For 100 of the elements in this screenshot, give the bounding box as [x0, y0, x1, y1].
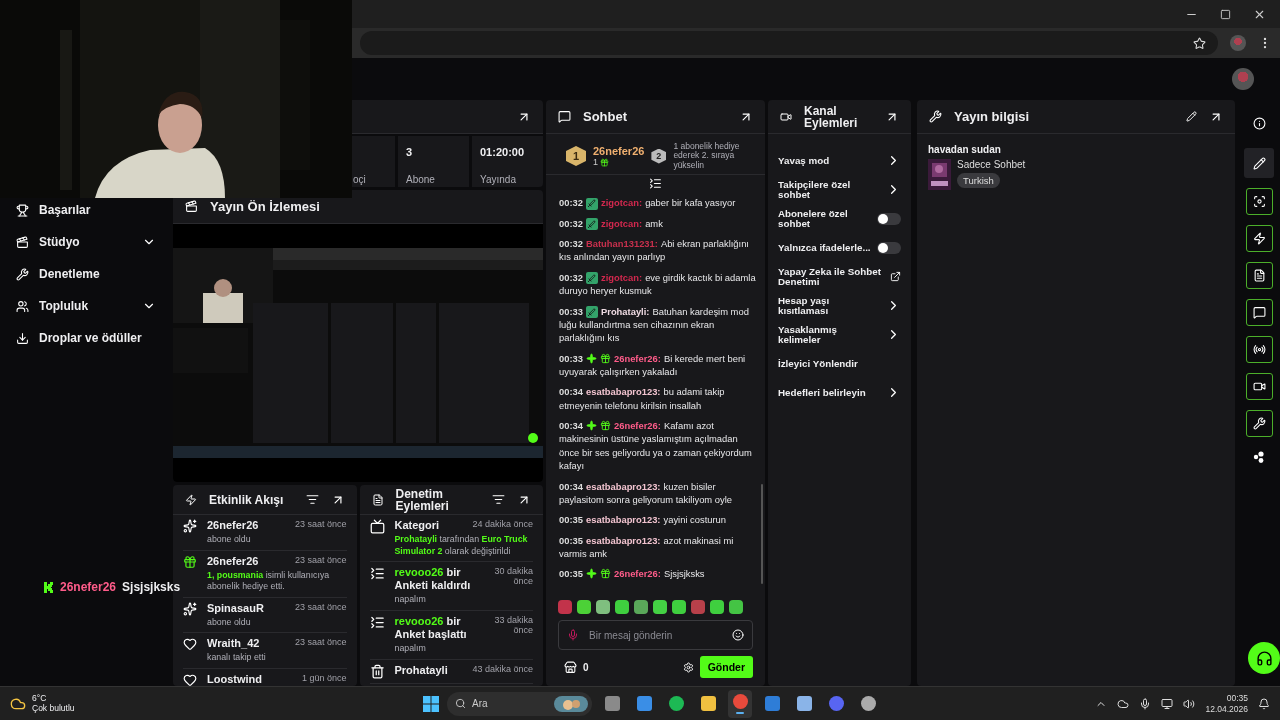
pencil-icon[interactable] — [1186, 111, 1197, 122]
temperature: 6°C — [32, 693, 48, 704]
search-field[interactable]: Ara — [447, 691, 592, 716]
lightning-icon — [1252, 232, 1266, 245]
emote-icon[interactable] — [596, 600, 610, 614]
emote-icon[interactable] — [653, 600, 667, 614]
chat-icon — [1252, 306, 1266, 319]
emote-icon[interactable] — [710, 600, 724, 614]
collapse-icon[interactable] — [649, 177, 662, 191]
filter-icon[interactable] — [492, 493, 505, 506]
profile-avatar[interactable] — [1230, 35, 1246, 51]
emote-icon[interactable] — [615, 600, 629, 614]
channel-action[interactable]: Hedefleri belirleyin — [768, 378, 911, 407]
toggle-switch[interactable] — [877, 241, 901, 254]
channel-action[interactable]: Yapay Zeka ile Sohbet Denetimi — [768, 262, 911, 291]
activity-username: Loostwind — [207, 672, 262, 686]
user-avatar[interactable] — [1232, 68, 1254, 90]
activity-time: 23 saat önce — [294, 519, 347, 531]
chat-message: 00:34 esatbabapro123: kuzen bisiler paylasitom sonra geliyorum takiliyom oyle — [559, 479, 733, 507]
sidebar-item[interactable]: Denetleme — [0, 262, 170, 286]
video-button[interactable] — [1245, 373, 1273, 400]
action-time: 30 dakika önce — [493, 566, 533, 589]
moderator-badge — [586, 306, 598, 319]
gift-badge — [600, 568, 611, 580]
action-detail: Prohatayli tarafından Euro Truck Simulator 2 olarak değiştirildi — [394, 534, 529, 558]
camera-icon — [780, 110, 792, 123]
channel-action[interactable]: Takipçilere özel sohbet — [768, 175, 911, 204]
panel-title: Kanal Eylemleri — [804, 104, 859, 129]
chat-message: 00:33 Prohatayli: Batuhan kardeşim mod luğu kullandırtma sen cihazının ekran parlaklığını kıs — [559, 304, 750, 345]
clapperboard-icon — [16, 235, 29, 249]
rank-hint: 1 abonelik hediye ederek 2. sıraya yükselin — [673, 142, 741, 171]
sparkle-badge — [586, 420, 597, 432]
broadcast-button[interactable] — [1245, 336, 1273, 363]
sidebar-item[interactable]: Stüdyo — [0, 230, 170, 254]
activity-username: 26nefer26 — [207, 554, 259, 568]
gift-badge — [600, 352, 611, 364]
panel-title: Denetim Eylemleri — [395, 487, 450, 512]
sidebar-item[interactable]: Başarılar — [0, 198, 170, 222]
emoji-icon[interactable] — [732, 629, 744, 641]
microphone-icon — [567, 629, 579, 641]
activity-username: Wraith_42 — [207, 637, 260, 651]
chat-button[interactable] — [1245, 299, 1273, 326]
chat-icon — [558, 110, 571, 123]
gift-icon — [600, 157, 609, 167]
broadcast-icon — [1252, 343, 1266, 356]
star-icon[interactable] — [1193, 36, 1206, 50]
note-icon — [371, 493, 384, 506]
wrench-icon — [16, 267, 29, 281]
wrench-button[interactable] — [1245, 410, 1273, 437]
chat-message: 00:34 26nefer26: Kafamı azot makinesinin üstüne yaslamıştım açılmadan önce bir ses geliyordu ya o zaman çekiyordum kafayı — [559, 419, 753, 473]
emote-icon[interactable] — [672, 600, 686, 614]
clock-time: 00:35 — [1226, 693, 1248, 704]
camera-button[interactable] — [1245, 188, 1273, 215]
chat-message: 00:32 zigotcan: amk — [559, 216, 664, 231]
sidebar-item[interactable]: Topluluk — [0, 294, 170, 318]
emote-icon[interactable] — [577, 600, 591, 614]
message-input[interactable]: Bir mesaj gönderin — [587, 628, 724, 642]
activity-time: 1 gün önce — [301, 672, 347, 685]
dots-icon[interactable] — [1253, 451, 1265, 463]
channel-action[interactable]: Hesap yaşı kısıtlaması — [768, 291, 911, 320]
taskbar-app-icon[interactable] — [728, 689, 752, 718]
action-title: revooo26 bir Anketi kaldırdı — [394, 566, 472, 593]
list-icon — [369, 614, 385, 630]
sparkles-icon — [183, 519, 197, 533]
filter-icon[interactable] — [305, 493, 319, 506]
microphone-icon — [1139, 697, 1152, 710]
message-field[interactable]: Bir mesaj gönderin — [558, 620, 753, 650]
camera-icon — [1252, 195, 1266, 208]
pencil-button[interactable] — [1244, 148, 1274, 178]
emote-icon[interactable] — [558, 600, 572, 614]
maximize-icon[interactable] — [1220, 8, 1231, 20]
clock-date: 12.04.2026 — [1205, 703, 1248, 714]
channel-action[interactable]: Yalnızca ifadelerle... — [768, 233, 911, 262]
note-button[interactable] — [1245, 262, 1273, 289]
toggle-switch[interactable] — [877, 212, 901, 225]
send-button[interactable]: Gönder — [699, 656, 753, 678]
channel-action[interactable]: Yavaş mod — [768, 146, 911, 175]
panel-title: Sohbet — [583, 110, 629, 123]
action-title: Kategori — [394, 519, 440, 533]
lightning-button[interactable] — [1245, 225, 1273, 252]
settings-icon[interactable] — [682, 661, 694, 673]
support-button[interactable] — [1248, 642, 1280, 674]
channel-action[interactable]: Abonelere özel sohbet — [768, 204, 911, 233]
chat-message: 00:35 esatbabapro123: azot makinasi mi varmis amk — [559, 533, 735, 561]
emote-icon[interactable] — [729, 600, 743, 614]
channel-action[interactable]: İzleyici Yönlendir — [768, 349, 911, 378]
channel-action[interactable]: Yasaklanmış kelimeler — [768, 320, 911, 349]
search-icon — [455, 698, 466, 709]
emote-icon[interactable] — [691, 600, 705, 614]
stat-label: Abone — [406, 173, 436, 185]
sidebar-item[interactable]: Droplar ve ödüller — [0, 326, 170, 350]
category-name: Sadece Sohbet — [957, 159, 1026, 170]
emote-icon[interactable] — [634, 600, 648, 614]
info-icon — [1252, 116, 1266, 130]
tag[interactable]: Turkish — [957, 173, 1000, 188]
start-icon[interactable] — [423, 695, 439, 712]
stat-value: 3 — [406, 146, 413, 158]
kick-logo-icon — [44, 581, 54, 593]
weather-text: Çok bulutlu — [32, 703, 75, 714]
activity-username: 26nefer26 — [207, 519, 259, 533]
